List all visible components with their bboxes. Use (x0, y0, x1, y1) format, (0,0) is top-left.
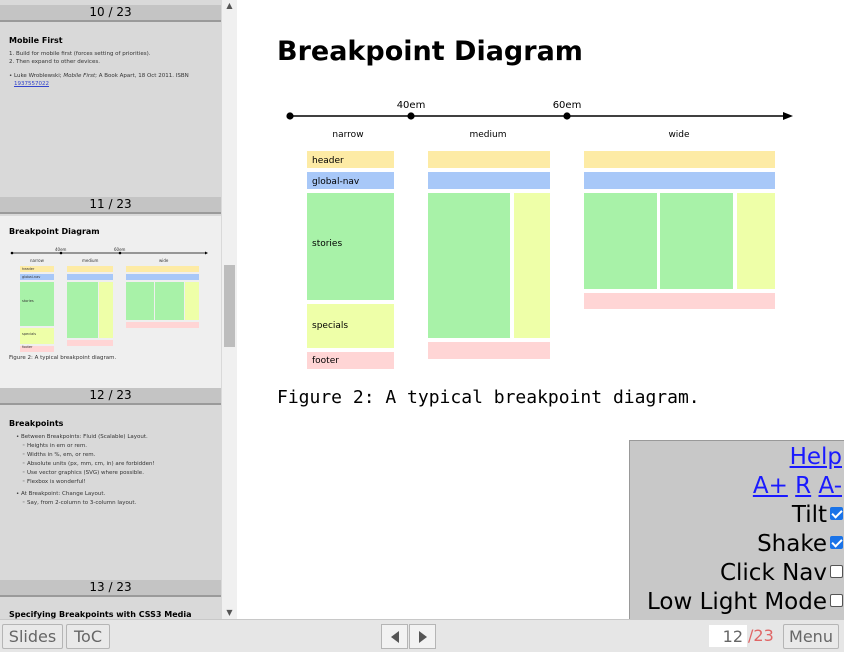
thumb-ref-suffix: ; A Book Apart, 18 Oct 2011. ISBN (95, 73, 189, 79)
font-increase-link[interactable]: A+ (753, 473, 788, 499)
thumb-title: Mobile First (9, 36, 63, 45)
thumb-isbn-link[interactable]: 1937557022 (14, 81, 49, 87)
thumb-breakpoint-label: 40em (55, 247, 67, 252)
thumb-title: Breakpoint Diagram (9, 227, 100, 236)
thumb-line: • At Breakpoint: Change Layout. (16, 491, 106, 497)
wide-footer-box (584, 293, 775, 309)
thumb-ref-prefix: • Luke Wroblewski; (9, 73, 64, 79)
axis-arrowhead (783, 112, 793, 120)
thumb-line: ◦ Say, from 2-column to 3-column layout. (22, 500, 137, 506)
box-label-footer: footer (312, 356, 339, 366)
slide-thumbnail-13[interactable]: Specifying Breakpoints with CSS3 Media (0, 599, 221, 619)
thumb-range-label: narrow (30, 258, 44, 263)
next-slide-button[interactable] (409, 624, 436, 649)
slide-thumbnail-12[interactable]: Breakpoints • Between Breakpoints: Fluid… (0, 407, 221, 581)
breakpoint-diagram: 40em 60em narrow medium wide header glob… (286, 100, 793, 369)
box-label-stories: stories (312, 239, 342, 249)
medium-global-nav-box (428, 172, 550, 189)
axis-origin-dot (286, 112, 294, 120)
font-reset-link[interactable]: R (795, 473, 811, 499)
slide-thumbnail-11[interactable]: Breakpoint Diagram 40em 60em narrow medi… (0, 216, 221, 390)
range-label-medium: medium (470, 130, 507, 140)
click-nav-label: Click Nav (719, 560, 827, 586)
slide-thumbnail-10[interactable]: Mobile First 1. Build for mobile first (… (0, 24, 221, 198)
previous-slide-button[interactable] (381, 624, 408, 649)
thumb-line: • Between Breakpoints: Fluid (Scalable) … (16, 434, 148, 440)
breakpoint-dot-40em (407, 112, 415, 120)
thumb-title: Breakpoints (9, 419, 64, 428)
breakpoint-dot-60em (563, 112, 571, 120)
help-link[interactable]: Help (790, 444, 842, 470)
shake-label: Shake (757, 531, 827, 557)
range-label-narrow: narrow (332, 130, 363, 140)
thumb-reference: • Luke Wroblewski; Mobile First; A Book … (9, 73, 189, 79)
click-nav-checkbox[interactable] (830, 565, 843, 578)
sidebar-scrollbar[interactable]: ▲ ▼ (222, 0, 237, 619)
thumb-range-label: medium (82, 258, 99, 263)
thumb-line: ◦ Absolute units (px, mm, cm, in) are fo… (22, 461, 155, 467)
shake-checkbox[interactable] (830, 536, 843, 549)
box-label-specials: specials (312, 321, 348, 331)
low-light-mode-checkbox[interactable] (830, 594, 843, 607)
bottom-toolbar: Slides ToC /23 Menu (0, 619, 844, 652)
wide-stories-box-2 (660, 193, 733, 289)
thumb-line: ◦ Use vector graphics (SVG) where possib… (22, 470, 144, 476)
settings-panel: Help A+ R A- Tilt Shake Click Nav Low Li… (629, 440, 844, 619)
thumb-ref-book: Mobile First (63, 73, 96, 79)
breakpoint-label-60em: 60em (553, 100, 582, 111)
figure-caption: Figure 2: A typical breakpoint diagram. (277, 387, 700, 408)
thumb-title: Specifying Breakpoints with CSS3 Media (9, 610, 192, 619)
thumb-box-label: stories (22, 299, 34, 303)
wide-stories-box-1 (584, 193, 657, 289)
thumb-counter: 11 / 23 (0, 197, 221, 214)
box-label-global-nav: global-nav (312, 177, 360, 187)
thumb-line: 1. Build for mobile first (forces settin… (9, 51, 151, 57)
thumb-box-label: footer (22, 345, 33, 349)
thumb-line: ◦ Heights in em or rem. (22, 443, 88, 449)
medium-header-box (428, 151, 550, 168)
thumb-line: 2. Then expand to other devices. (9, 59, 100, 65)
medium-specials-box (514, 193, 550, 338)
thumb-line: ◦ Flexbox is wonderful! (22, 479, 86, 485)
tilt-label: Tilt (791, 502, 827, 528)
thumb-counter: 13 / 23 (0, 580, 221, 597)
thumb-line: ◦ Widths in %, em, or rem. (22, 452, 96, 458)
font-decrease-link[interactable]: A- (818, 473, 842, 499)
medium-stories-box (428, 193, 510, 338)
page-number-input[interactable] (709, 625, 747, 647)
triangle-left-icon (391, 631, 399, 643)
low-light-mode-label: Low Light Mode (647, 589, 827, 615)
tilt-checkbox[interactable] (830, 507, 843, 520)
slide-thumbnail-panel: 10 / 23 Mobile First 1. Build for mobile… (0, 0, 222, 619)
scrollbar-thumb[interactable] (224, 265, 235, 347)
wide-global-nav-box (584, 172, 775, 189)
box-label-header: header (312, 156, 344, 166)
thumb-counter: 12 / 23 (0, 388, 221, 405)
toc-button[interactable]: ToC (66, 624, 110, 649)
thumb-caption: Figure 2: A typical breakpoint diagram. (9, 355, 117, 361)
medium-footer-box (428, 342, 550, 359)
scroll-down-arrow-icon[interactable]: ▼ (222, 607, 237, 619)
range-label-wide: wide (668, 130, 690, 140)
breakpoint-label-40em: 40em (397, 100, 426, 111)
wide-header-box (584, 151, 775, 168)
thumb-counter: 10 / 23 (0, 5, 221, 22)
triangle-right-icon (419, 631, 427, 643)
scroll-up-arrow-icon[interactable]: ▲ (222, 0, 237, 12)
menu-button[interactable]: Menu (783, 624, 839, 649)
thumb-box-label: header (22, 267, 35, 271)
thumb-breakpoint-label: 60em (114, 247, 126, 252)
wide-specials-box (737, 193, 775, 289)
thumb-box-label: global-nav (22, 275, 41, 279)
page-total: /23 (748, 626, 774, 645)
slides-button[interactable]: Slides (2, 624, 63, 649)
thumb-box-label: specials (22, 332, 37, 336)
thumb-range-label: wide (159, 258, 169, 263)
